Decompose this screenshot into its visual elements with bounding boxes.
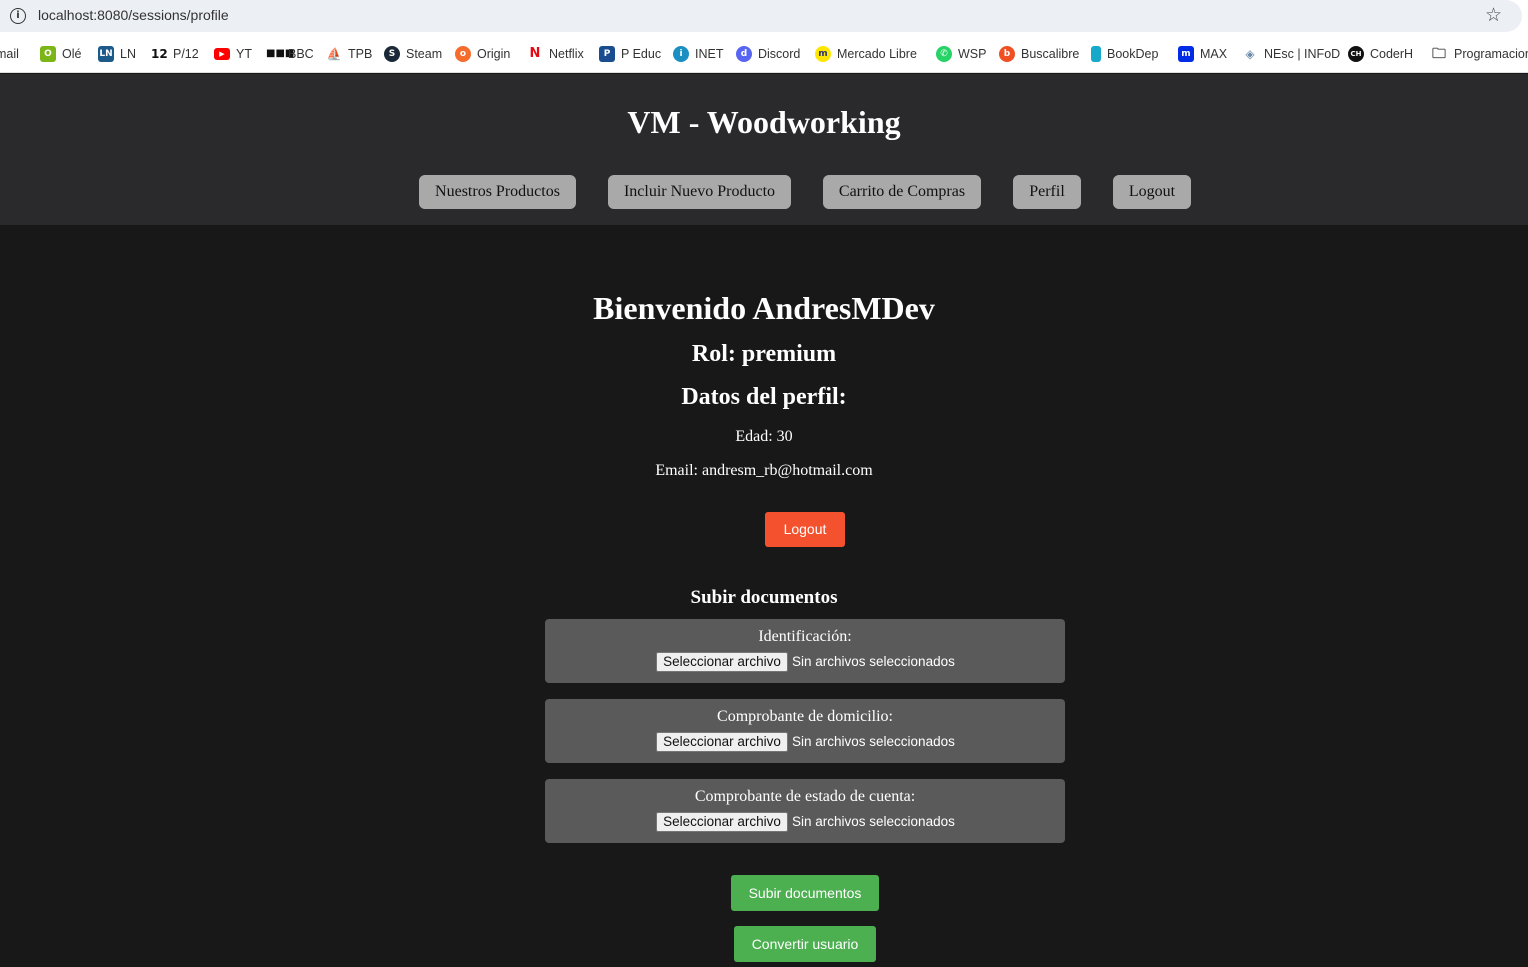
site-header: VM - Woodworking Nuestros Productos Incl… [0, 74, 1528, 225]
bookmark-label: BBC [288, 46, 314, 61]
mercadolibre-icon: m [815, 45, 831, 62]
bookmark-coderh[interactable]: CH CoderH [1348, 45, 1413, 62]
ln-icon: LN [98, 45, 114, 62]
bookmark-origin[interactable]: o Origin [455, 45, 510, 62]
peduc-icon: P [599, 45, 615, 62]
steam-icon: S [384, 45, 400, 62]
bookmark-label: Origin [477, 46, 511, 61]
email-text: Email: andresm_rb@hotmail.com [655, 462, 873, 479]
document-upload-domicilio: Comprobante de domicilio: Seleccionar ar… [545, 699, 1065, 763]
bookmark-peduc[interactable]: P P Educ [599, 45, 661, 62]
origin-icon: o [455, 45, 471, 62]
role-heading: Rol: premium [691, 341, 837, 367]
site-title: VM - Woodworking [627, 104, 901, 140]
logout-button[interactable]: Logout [765, 512, 845, 547]
bookmark-infod[interactable]: ◈ NEsc | INFoD [1242, 45, 1340, 62]
bookmark-label: Mercado Libre [837, 46, 917, 61]
document-label: Comprobante de estado de cuenta: [694, 788, 916, 805]
coderh-icon: CH [1348, 45, 1364, 62]
nav-incluir-nuevo-producto[interactable]: Incluir Nuevo Producto [608, 175, 791, 209]
bookmark-label: CoderH [1370, 46, 1414, 61]
browser-address-bar: i localhost:8080/sessions/profile ☆ [0, 0, 1528, 34]
bookmark-label: YT [236, 46, 252, 61]
document-label: Comprobante de domicilio: [717, 708, 893, 725]
folder-icon: 🗀 [1430, 45, 1448, 62]
tpb-icon: ⛵ [326, 45, 342, 62]
bookmark-label: Buscalibre [1021, 46, 1080, 61]
bookmark-label: Discord [758, 46, 801, 61]
bookmark-label: mail [0, 46, 19, 61]
bookmark-label: Netflix [549, 46, 584, 61]
file-status-text: Sin archivos seleccionados [792, 654, 955, 669]
bookmark-label: MAX [1200, 46, 1228, 61]
bookmark-bbc[interactable]: ■■■ BBC [266, 45, 314, 62]
bookmark-label: Steam [406, 46, 443, 61]
nav-carrito-de-compras[interactable]: Carrito de Compras [823, 175, 981, 209]
nav-perfil[interactable]: Perfil [1013, 175, 1081, 209]
bookmark-label: BookDep [1107, 46, 1159, 61]
infod-icon: ◈ [1242, 45, 1258, 62]
whatsapp-icon: ✆ [936, 45, 952, 62]
document-upload-estado-cuenta: Comprobante de estado de cuenta: Selecci… [545, 779, 1065, 843]
bookmark-label: WSP [958, 46, 987, 61]
bookmark-buscalibre[interactable]: b Buscalibre [999, 45, 1079, 62]
submit-documents-button[interactable]: Subir documentos [731, 875, 879, 911]
bookmark-label: Programacion [1454, 46, 1528, 61]
netflix-icon: N [527, 45, 543, 62]
ole-icon: O [40, 45, 56, 62]
discord-icon: d [736, 45, 752, 62]
bookmarks-bar: mail O Olé LN LN 12 P/12 ▶ YT ■■■BBC ⛵ TPB SS… [0, 34, 1528, 73]
convert-user-button[interactable]: Convertir usuario [734, 926, 876, 962]
inet-icon: i [673, 45, 689, 62]
bookmark-star-icon[interactable]: ☆ [1485, 4, 1502, 26]
max-icon: m [1178, 45, 1194, 62]
nav-logout[interactable]: Logout [1113, 175, 1191, 209]
bookmark-programacion[interactable]: 🗀 Programacion [1430, 45, 1528, 62]
bookmark-label: INET [695, 46, 724, 61]
bookmark-inet[interactable]: i INET [673, 45, 723, 62]
url-text[interactable]: localhost:8080/sessions/profile [38, 7, 229, 23]
age-text: Edad: 30 [735, 428, 793, 445]
select-file-button[interactable]: Seleccionar archivo [656, 812, 788, 832]
bookmark-label: Olé [62, 46, 82, 61]
bbc-icon: ■■■ [266, 45, 294, 62]
p12-icon: 12 [151, 45, 168, 62]
bookmark-label: NEsc | INFoD [1264, 46, 1341, 61]
site-info-icon[interactable]: i [10, 8, 26, 24]
bookmark-p12[interactable]: 12 P/12 [151, 45, 199, 62]
bookmark-netflix[interactable]: N Netflix [527, 45, 584, 62]
file-status-text: Sin archivos seleccionados [792, 814, 955, 829]
omnibox[interactable]: i localhost:8080/sessions/profile ☆ [0, 0, 1522, 32]
bookmark-ln[interactable]: LN LN [98, 45, 136, 62]
document-label: Identificación: [758, 628, 852, 645]
bookmark-discord[interactable]: d Discord [736, 45, 800, 62]
youtube-icon: ▶ [214, 47, 230, 60]
profile-data-heading: Datos del perfil: [681, 384, 847, 410]
nav-nuestros-productos[interactable]: Nuestros Productos [419, 175, 576, 209]
bookmark-ole[interactable]: O Olé [40, 45, 81, 62]
select-file-button[interactable]: Seleccionar archivo [656, 732, 788, 752]
bookmark-tpb[interactable]: ⛵ TPB [326, 45, 372, 62]
bookmark-gmail[interactable]: mail [0, 45, 19, 62]
bookmark-mercadolibre[interactable]: m Mercado Libre [815, 45, 917, 62]
buscalibre-icon: b [999, 45, 1015, 62]
file-status-text: Sin archivos seleccionados [792, 734, 955, 749]
bookmark-label: P Educ [621, 46, 662, 61]
bookmark-label: TPB [348, 46, 373, 61]
bookmark-steam[interactable]: S Steam [384, 45, 442, 62]
bookmark-label: P/12 [173, 46, 199, 61]
bookmark-max[interactable]: m MAX [1178, 45, 1227, 62]
bookmark-bookdep[interactable]: BookDep [1091, 45, 1158, 62]
upload-documents-heading: Subir documentos [690, 587, 838, 608]
bookdep-icon [1091, 45, 1101, 62]
document-upload-identificacion: Identificación: Seleccionar archivo Sin … [545, 619, 1065, 683]
bookmark-wsp[interactable]: ✆ WSP [936, 45, 986, 62]
bookmark-yt[interactable]: ▶ YT [214, 45, 252, 62]
bookmark-label: LN [120, 46, 136, 61]
welcome-heading: Bienvenido AndresMDev [593, 290, 935, 326]
select-file-button[interactable]: Seleccionar archivo [656, 652, 788, 672]
